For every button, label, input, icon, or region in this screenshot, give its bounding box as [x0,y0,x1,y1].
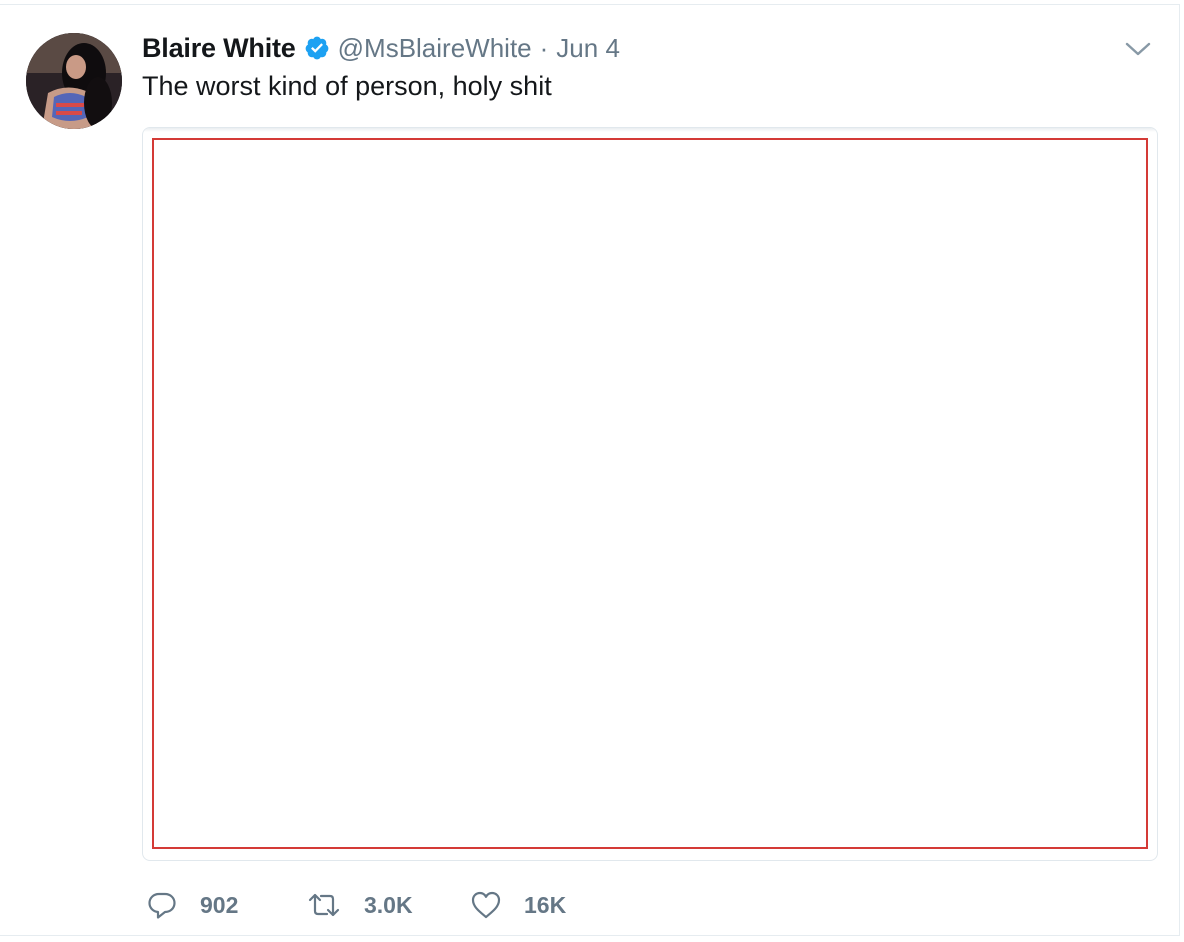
tweet-date[interactable]: Jun 4 [556,33,620,64]
retweet-count: 3.0K [364,891,413,918]
header-separator: · [539,33,549,63]
avatar-image [26,33,122,129]
verified-badge-icon [304,35,330,61]
media-highlight-frame [152,138,1148,849]
tweet-header: Blaire White @MsBlaireWhite · Jun 4 [142,31,620,65]
tweet-media[interactable] [142,127,1158,861]
reply-icon [146,889,178,921]
avatar[interactable] [26,33,122,129]
author-handle[interactable]: @MsBlaireWhite [338,33,532,64]
reply-count: 902 [200,891,239,918]
retweet-icon [306,889,342,921]
tweet-card[interactable]: Blaire White @MsBlaireWhite · Jun 4 The … [0,4,1180,936]
media-top-edge [143,128,1157,132]
author-name[interactable]: Blaire White [142,33,296,64]
heart-icon [470,889,502,921]
tweet-actions: 902 3.0K 16K [146,885,590,925]
like-count: 16K [524,891,567,918]
chevron-down-icon[interactable] [1124,39,1152,59]
like-button[interactable]: 16K [470,889,590,921]
reply-button[interactable]: 902 [146,889,306,921]
retweet-button[interactable]: 3.0K [306,889,470,921]
tweet-text: The worst kind of person, holy shit [142,71,552,101]
